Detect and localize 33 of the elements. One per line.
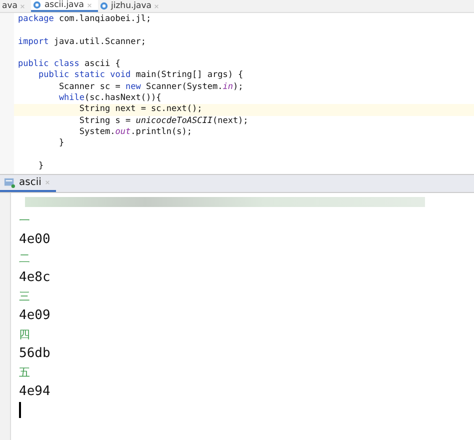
- editor-tab[interactable]: ascii.java: [31, 0, 98, 12]
- editor-tab[interactable]: jizhu.java: [98, 0, 166, 12]
- editor-tab[interactable]: ava: [0, 0, 32, 12]
- code-line: while(sc.hasNext()){: [58, 93, 162, 104]
- close-icon[interactable]: [154, 4, 160, 8]
- code-line: }: [37, 160, 44, 171]
- console-text: 五: [19, 365, 30, 380]
- close-icon[interactable]: [20, 4, 26, 8]
- console-text: 一: [19, 213, 30, 228]
- console-text: 4e09: [19, 308, 50, 323]
- code-line: import java.util.Scanner;: [18, 36, 146, 47]
- text-cursor: [19, 402, 20, 418]
- code-line: Scanner sc = new Scanner(System.in);: [58, 82, 244, 92]
- console-text: 4e00: [19, 232, 50, 247]
- code-line: String next = sc.next();: [78, 104, 202, 114]
- close-icon[interactable]: [45, 180, 50, 185]
- code-line: }: [58, 138, 64, 148]
- file-icon: [100, 2, 108, 10]
- console-text: 三: [19, 289, 30, 304]
- console-text: 4e94: [19, 384, 50, 399]
- run-console-icon: [4, 177, 15, 188]
- console-text: 4e8c: [19, 270, 50, 285]
- code-line: public class ascii {: [18, 59, 120, 70]
- console-tab[interactable]: ascii: [0, 175, 56, 192]
- code-line: String s = unicocdeToASCII(next);: [78, 116, 248, 126]
- console-text: 二: [19, 251, 30, 266]
- file-icon: [33, 1, 42, 9]
- console-text: 四: [19, 327, 30, 342]
- code-line: System.out.println(s);: [78, 126, 192, 137]
- code-line: public static void main(String[] args) {: [37, 70, 244, 80]
- code-line: package com.lanqiaobei.jl;: [18, 14, 152, 24]
- close-icon[interactable]: [87, 2, 92, 8]
- console-text: 56db: [19, 346, 50, 361]
